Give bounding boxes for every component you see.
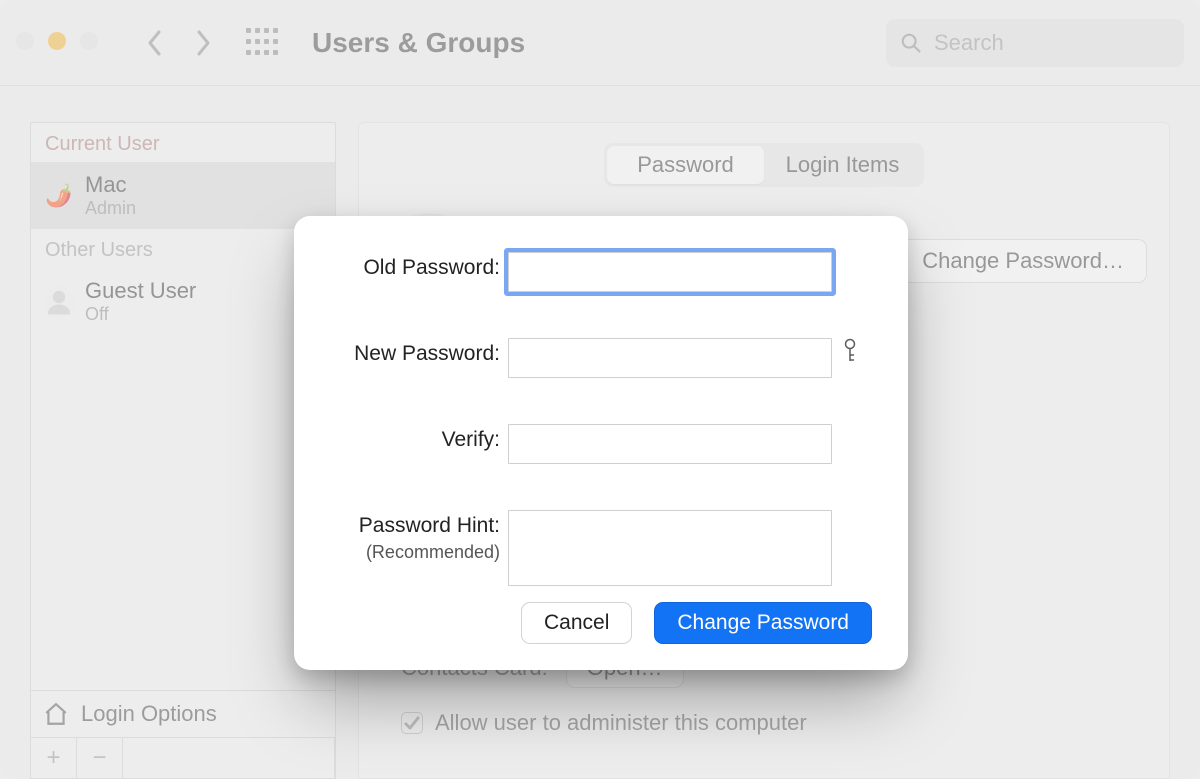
new-password-field[interactable] [508, 338, 832, 378]
password-assistant-button[interactable] [840, 338, 872, 378]
key-icon [840, 338, 860, 364]
change-password-confirm-button[interactable]: Change Password [654, 602, 872, 644]
password-hint-label: Password Hint: (Recommended) [330, 510, 500, 586]
new-password-label: New Password: [330, 338, 500, 378]
system-preferences-window: Users & Groups Current User 🌶️ Mac Admin [0, 0, 1200, 779]
old-password-label: Old Password: [330, 252, 500, 292]
old-password-field[interactable] [508, 252, 832, 292]
change-password-sheet: Old Password: New Password: Verify: Pass… [294, 216, 908, 670]
password-hint-field[interactable] [508, 510, 832, 586]
cancel-button[interactable]: Cancel [521, 602, 632, 644]
verify-password-label: Verify: [330, 424, 500, 464]
verify-password-field[interactable] [508, 424, 832, 464]
